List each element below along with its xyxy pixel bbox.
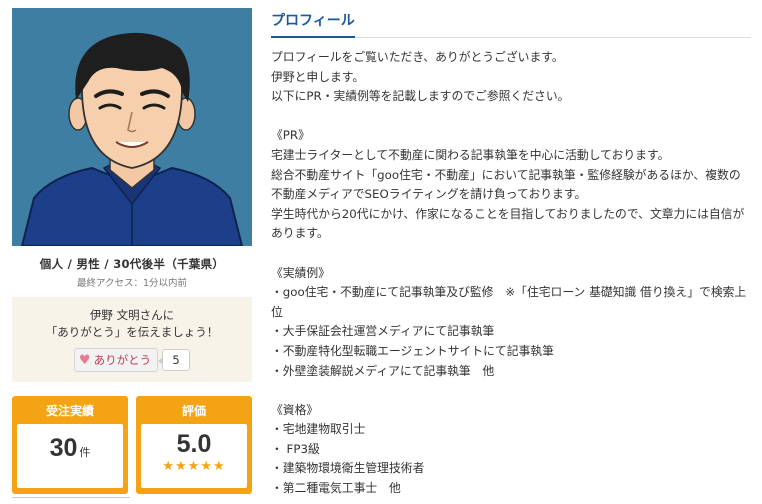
tab-profile[interactable]: プロフィール: [271, 8, 355, 38]
profile-meta: 個人 / 男性 / 30代後半（千葉県） 最終アクセス：1分以内前: [12, 256, 252, 289]
thanks-count: 5: [158, 349, 191, 371]
avatar-illustration: [12, 8, 252, 246]
thanks-card: 伊野 文明さんに 「ありがとう」を伝えましょう！ ♥ ありがとう 5: [12, 297, 252, 382]
heart-icon: ♥: [78, 352, 91, 368]
rating-stat: 評価 5.0 ★★★★★: [136, 396, 252, 494]
thanks-button-label: ありがとう: [93, 353, 152, 367]
orders-unit: 件: [79, 446, 91, 459]
thanks-row: ♥ ありがとう 5: [20, 348, 244, 372]
orders-value: 30: [49, 434, 78, 462]
profile-main: プロフィール プロフィールをご覧いただき、ありがとうございます。 伊野と申します…: [271, 8, 751, 499]
rating-label: 評価: [181, 404, 206, 418]
orders-stat: 受注実績 30 件: [12, 396, 128, 494]
profile-sidebar: 個人 / 男性 / 30代後半（千葉県） 最終アクセス：1分以内前 伊野 文明さ…: [12, 8, 252, 494]
avatar: [12, 8, 252, 246]
stats: 受注実績 30 件 評価 5.0 ★★★★★: [12, 396, 252, 494]
thanks-button[interactable]: ♥ ありがとう: [73, 348, 159, 372]
rating-value-box: 5.0 ★★★★★: [141, 424, 247, 488]
divider: [12, 497, 130, 498]
profile-attributes: 個人 / 男性 / 30代後半（千葉県）: [39, 257, 225, 271]
last-access: 最終アクセス：1分以内前: [76, 278, 188, 289]
orders-label: 受注実績: [45, 404, 94, 418]
orders-value-box: 30 件: [17, 424, 123, 488]
rating-stars-icon: ★★★★★: [162, 459, 226, 474]
profile-body: プロフィールをご覧いただき、ありがとうございます。 伊野と申します。 以下にPR…: [271, 50, 747, 496]
rating-value: 5.0: [176, 430, 212, 458]
thanks-line-1: 伊野 文明さんに: [89, 308, 175, 322]
thanks-line-2: 「ありがとう」を伝えましょう！: [45, 325, 219, 339]
